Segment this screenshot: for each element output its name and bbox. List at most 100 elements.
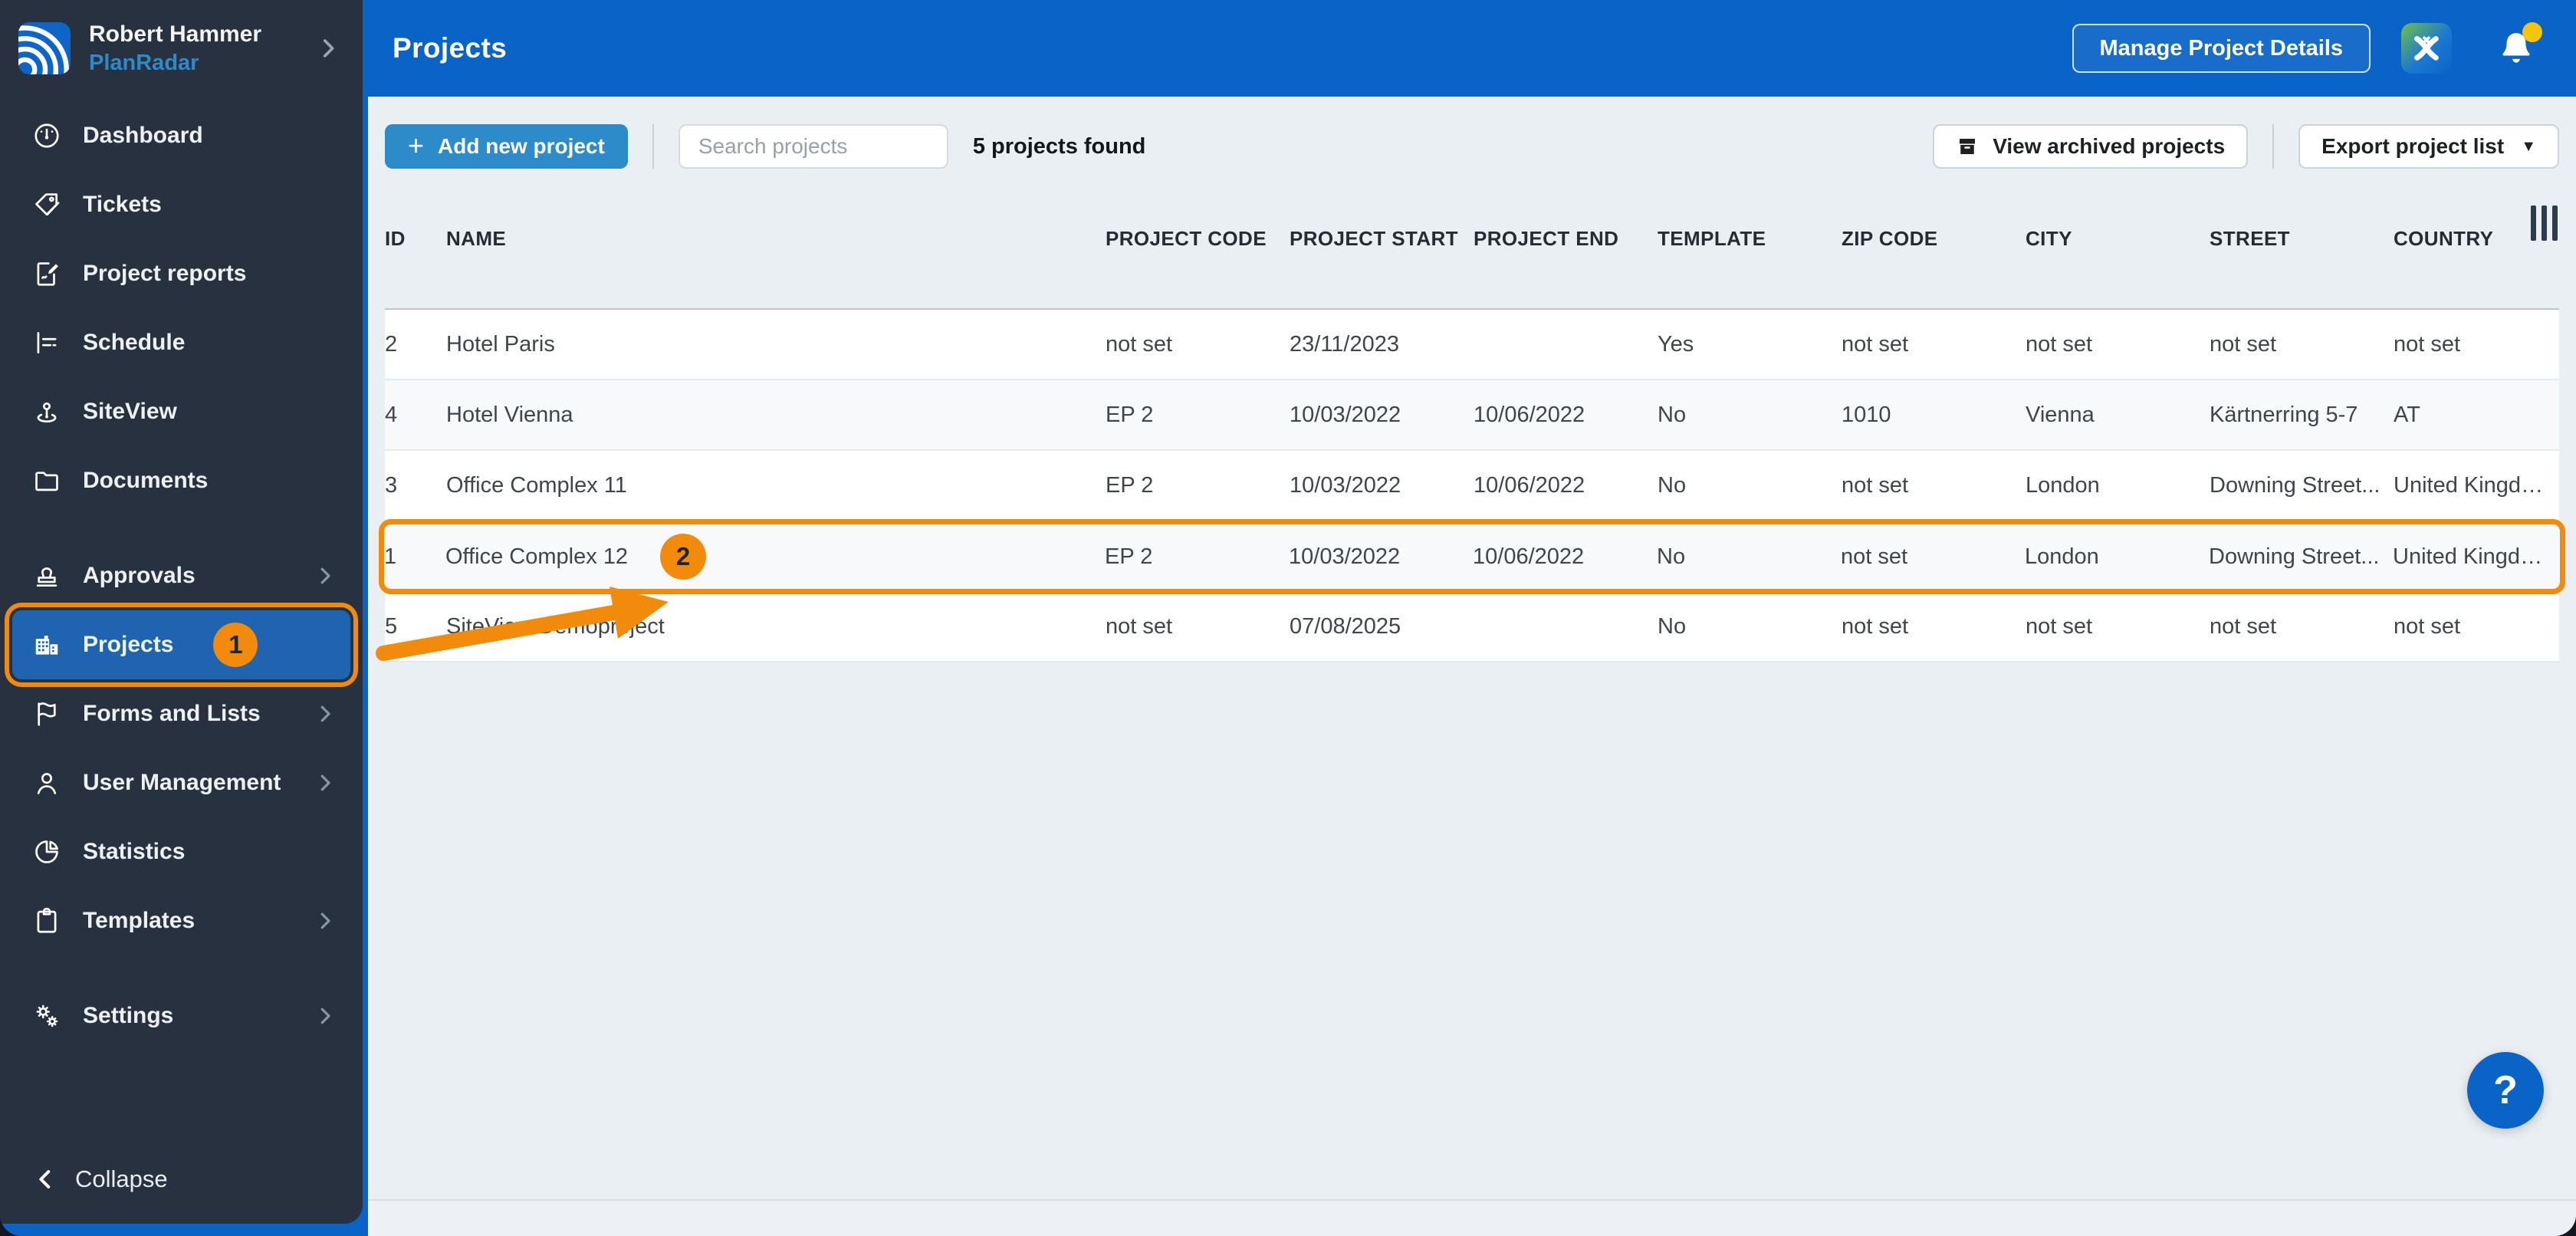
sidebar-item-label: Forms and Lists (83, 700, 261, 726)
column-header-template: TEMPLATE (1658, 226, 1766, 250)
content-footer (368, 1199, 2576, 1236)
sidebar-item-label: Approvals (83, 562, 196, 588)
project-name: Office Complex 12 (445, 544, 629, 569)
cell-city: not set (2026, 331, 2093, 357)
sidebar-item-icon (32, 190, 61, 219)
add-new-project-button[interactable]: + Add new project (385, 124, 628, 169)
cell-street: Downing Street... (2209, 544, 2380, 569)
table-row[interactable]: 5 SiteView Demoproject not set 07/08/202… (385, 592, 2559, 662)
cell-template: No (1658, 472, 1687, 498)
export-label: Export project list (2321, 134, 2505, 158)
cell-street: not set (2210, 331, 2277, 357)
column-header-city: CITY (2026, 226, 2072, 250)
sidebar-item[interactable]: Projects 1 (12, 610, 350, 679)
cell-zip-code: not set (1842, 613, 1909, 639)
project-name: Office Complex 11 (446, 472, 627, 498)
cell-country: United Kingdom (2394, 472, 2552, 498)
collapse-sidebar-button[interactable]: Collapse (0, 1165, 363, 1224)
cell-street: not set (2210, 613, 2277, 639)
sidebar-item[interactable]: User Management (12, 748, 350, 817)
project-name: Hotel Vienna (446, 402, 573, 427)
sidebar-item[interactable]: Dashboard (12, 101, 350, 170)
cell-template: No (1658, 402, 1687, 427)
search-projects-input[interactable] (678, 124, 948, 169)
cell-project-code: EP 2 (1105, 544, 1153, 569)
cell-country: AT (2394, 402, 2420, 427)
toolbar-divider (652, 124, 654, 169)
planradar-logo (18, 21, 71, 74)
table-row[interactable]: 4 Hotel Vienna EP 2 10/03/2022 10/06/202… (385, 380, 2559, 451)
help-button[interactable]: ? (2467, 1052, 2544, 1129)
cell-project-code: EP 2 (1106, 402, 1154, 427)
cell-city: London (2025, 544, 2099, 569)
sidebar-item[interactable]: Statistics (12, 817, 350, 886)
cell-project-start: 07/08/2025 (1290, 613, 1401, 639)
projects-table: ID NAME PROJECT CODE PROJECT START PROJE… (379, 169, 2565, 1199)
manage-project-details-button[interactable]: Manage Project Details (2072, 24, 2371, 73)
export-project-list-button[interactable]: Export project list ▼ (2298, 124, 2559, 169)
planradar-connect-icon[interactable] (2401, 23, 2452, 74)
sidebar-item[interactable]: Tickets (12, 170, 350, 239)
archive-box-icon (1960, 139, 1976, 154)
cell-template: No (1658, 613, 1687, 639)
sidebar-item[interactable]: SiteView (12, 377, 350, 446)
chevron-right-icon (314, 1004, 337, 1027)
view-archived-projects-button[interactable]: View archived projects (1933, 124, 2249, 169)
sidebar-item[interactable]: Forms and Lists (12, 679, 350, 748)
sidebar-item-label: Dashboard (83, 122, 203, 148)
column-settings-icon[interactable] (2531, 205, 2558, 241)
cell-template: Yes (1658, 331, 1694, 357)
sidebar-item-label: Schedule (83, 329, 186, 355)
sidebar-item-icon (32, 561, 61, 590)
chevron-right-icon (314, 909, 337, 932)
sidebar-item-icon (32, 397, 61, 426)
toolbar: + Add new project 5 projects found View … (385, 124, 2559, 169)
sidebar-item-icon (32, 121, 61, 150)
sidebar-item[interactable]: Schedule (12, 308, 350, 377)
cell-street: Kärtnerring 5-7 (2210, 402, 2358, 427)
chevron-right-icon (315, 35, 341, 61)
chevron-right-icon (314, 771, 337, 794)
table-row[interactable]: 2 Hotel Paris not set 23/11/2023 Yes not… (385, 310, 2559, 380)
cell-name: Hotel Vienna (446, 403, 1106, 428)
cell-template: No (1657, 544, 1686, 569)
sidebar-item-label: Projects (83, 631, 174, 657)
cell-zip-code: not set (1842, 472, 1909, 498)
cell-id: 4 (385, 402, 398, 427)
table-row[interactable]: 3 Office Complex 11 EP 2 10/03/2022 10/0… (385, 451, 2559, 521)
cell-id: 2 (385, 331, 398, 357)
sidebar-item[interactable]: Project reports (12, 239, 350, 308)
add-new-project-label: Add new project (438, 134, 605, 158)
cell-project-start: 10/03/2022 (1290, 472, 1401, 498)
cell-city: not set (2026, 613, 2093, 639)
sidebar-item-icon (32, 328, 61, 357)
column-header-zip-code: ZIP CODE (1842, 226, 1938, 250)
chevron-right-icon (314, 564, 337, 587)
sidebar-nav: Dashboard Tickets Project reports Schedu… (0, 94, 363, 1050)
notification-dot (2522, 22, 2542, 42)
cell-zip-code: not set (1842, 331, 1909, 357)
cell-id: 1 (384, 544, 397, 569)
cell-name: Hotel Paris (446, 332, 1106, 357)
sidebar-item-label: Settings (83, 1002, 174, 1028)
sidebar-item-icon (32, 906, 61, 935)
account-switcher[interactable]: Robert Hammer PlanRadar (0, 0, 363, 94)
main-area: Projects Manage Project Details + Add ne… (368, 0, 2576, 1236)
content-panel: + Add new project 5 projects found View … (368, 97, 2576, 1236)
cell-project-start: 23/11/2023 (1290, 331, 1399, 357)
sidebar: Robert Hammer PlanRadar Dashboard Ticket… (0, 0, 363, 1224)
sidebar-item[interactable]: Documents (12, 446, 350, 515)
cell-city: London (2026, 472, 2100, 498)
sidebar-item[interactable]: Templates (12, 886, 350, 955)
sidebar-item[interactable]: Approvals (12, 541, 350, 610)
cell-country: United Kingdom (2393, 544, 2551, 569)
cell-zip-code: 1010 (1842, 402, 1891, 427)
cell-zip-code: not set (1841, 544, 1908, 569)
results-count: 5 projects found (972, 133, 1146, 159)
sidebar-item[interactable]: Settings (12, 981, 350, 1050)
notifications-bell-icon[interactable] (2496, 22, 2542, 70)
table-row[interactable]: 1 Office Complex 12 2 EP 2 10/03/2022 10… (379, 519, 2565, 594)
sidebar-item-label: Project reports (83, 260, 247, 286)
step-badge-2: 2 (660, 534, 707, 580)
sidebar-item-label: Templates (83, 907, 196, 933)
